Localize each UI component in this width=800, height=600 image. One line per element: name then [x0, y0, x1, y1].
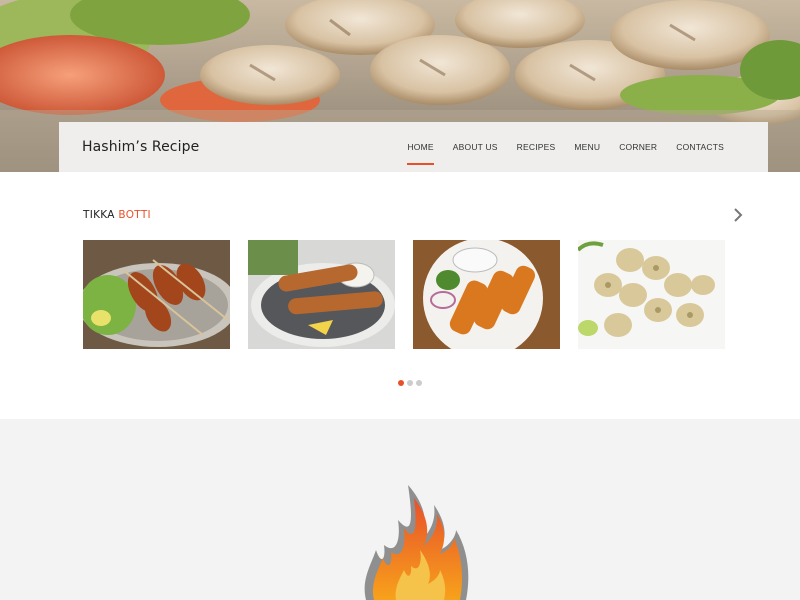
- carousel-dot-1[interactable]: [398, 380, 404, 386]
- carousel-card-2[interactable]: [248, 240, 395, 349]
- nav-home[interactable]: HOME: [407, 122, 435, 172]
- nav-contacts[interactable]: CONTACTS: [676, 122, 724, 172]
- carousel-pagination: [398, 380, 422, 386]
- brand-logo-text[interactable]: Hashim’s Recipe: [82, 139, 199, 155]
- food-image-tikka-skewers-dip: [248, 240, 395, 349]
- nav-menu[interactable]: MENU: [574, 122, 600, 172]
- nav-about-us[interactable]: ABOUT US: [453, 122, 498, 172]
- section-title-part1: TIKKA: [83, 209, 119, 221]
- carousel-dot-2[interactable]: [407, 380, 413, 386]
- carousel-card-1[interactable]: [83, 240, 230, 349]
- food-image-chicken-malai-tikka: [578, 240, 725, 349]
- nav-corner[interactable]: CORNER: [619, 122, 657, 172]
- section-title: TIKKA BOTTI: [83, 209, 151, 221]
- section-title-part2: BOTTI: [118, 209, 151, 221]
- navbar: Hashim’s Recipe HOME ABOUT US RECIPES ME…: [59, 122, 768, 172]
- carousel-dot-3[interactable]: [416, 380, 422, 386]
- carousel-card-4[interactable]: [578, 240, 725, 349]
- food-image-tikka-plate-raita: [413, 240, 560, 349]
- flame-icon: [356, 480, 480, 600]
- nav-recipes[interactable]: RECIPES: [517, 122, 556, 172]
- food-image-tikka-plate-salad: [83, 240, 230, 349]
- carousel-card-3[interactable]: [413, 240, 560, 349]
- chevron-right-icon[interactable]: [731, 207, 745, 223]
- hero-banner: Hashim’s Recipe HOME ABOUT US RECIPES ME…: [0, 0, 800, 172]
- main-nav: HOME ABOUT US RECIPES MENU CORNER CONTAC…: [388, 122, 724, 172]
